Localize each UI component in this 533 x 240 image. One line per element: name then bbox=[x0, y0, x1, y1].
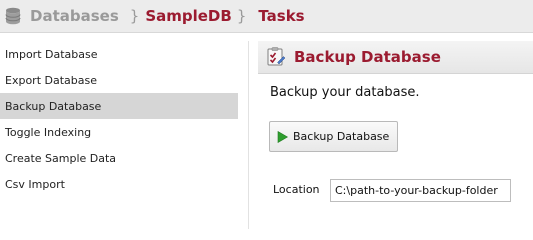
task-sidebar: Import Database Export Database Backup D… bbox=[0, 41, 238, 229]
backup-checklist-icon bbox=[267, 47, 286, 66]
panel-header: Backup Database bbox=[258, 41, 533, 74]
location-input[interactable] bbox=[330, 179, 511, 202]
play-icon bbox=[277, 130, 288, 143]
panel-title: Backup Database bbox=[294, 48, 441, 66]
sidebar-item-export-database[interactable]: Export Database bbox=[0, 67, 238, 93]
sidebar-item-label: Export Database bbox=[5, 73, 97, 87]
sidebar-item-label: Create Sample Data bbox=[5, 151, 117, 165]
sidebar-item-label: Backup Database bbox=[5, 99, 102, 113]
sidebar-item-create-sample-data[interactable]: Create Sample Data bbox=[0, 145, 238, 171]
sidebar-item-label: Toggle Indexing bbox=[5, 125, 92, 139]
sidebar-item-csv-import[interactable]: Csv Import bbox=[0, 171, 238, 197]
panel-divider bbox=[248, 41, 249, 229]
breadcrumb-root[interactable]: Databases bbox=[30, 7, 119, 25]
sidebar-item-label: Csv Import bbox=[5, 177, 65, 191]
location-label: Location bbox=[273, 183, 320, 196]
panel-description: Backup your database. bbox=[270, 85, 420, 100]
breadcrumb-database[interactable]: SampleDB bbox=[145, 7, 232, 25]
backup-database-button[interactable]: Backup Database bbox=[269, 121, 398, 152]
breadcrumb-current: Tasks bbox=[258, 7, 305, 25]
breadcrumb-separator: } bbox=[236, 7, 247, 25]
sidebar-item-label: Import Database bbox=[5, 47, 98, 61]
sidebar-item-backup-database[interactable]: Backup Database bbox=[0, 93, 238, 119]
database-icon bbox=[5, 7, 21, 25]
backup-button-label: Backup Database bbox=[293, 130, 390, 143]
breadcrumb: Databases } SampleDB } Tasks bbox=[0, 0, 533, 33]
breadcrumb-separator: } bbox=[129, 7, 140, 25]
sidebar-item-toggle-indexing[interactable]: Toggle Indexing bbox=[0, 119, 238, 145]
sidebar-item-import-database[interactable]: Import Database bbox=[0, 41, 238, 67]
